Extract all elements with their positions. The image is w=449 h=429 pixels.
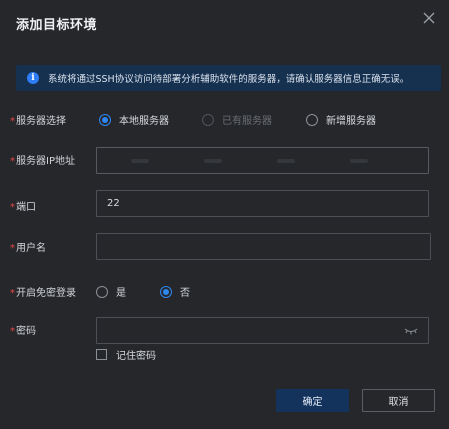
- radio-passwordless-yes[interactable]: 是: [96, 284, 126, 299]
- cancel-button[interactable]: 取消: [362, 389, 435, 412]
- port-label: *端口: [10, 202, 36, 213]
- password-label: *密码: [10, 326, 36, 337]
- radio-label: 新增服务器: [326, 116, 376, 127]
- required-mark: *: [10, 202, 15, 213]
- required-mark: *: [10, 116, 15, 127]
- radio-label: 已有服务器: [222, 116, 272, 127]
- required-mark: *: [10, 243, 15, 254]
- radio-label: 是: [116, 288, 126, 299]
- confirm-button[interactable]: 确定: [276, 389, 349, 412]
- close-icon[interactable]: [421, 10, 437, 26]
- radio-label: 本地服务器: [119, 116, 169, 127]
- username-label: *用户名: [10, 243, 46, 254]
- radio-dot: [306, 113, 318, 126]
- info-icon: i: [27, 72, 39, 84]
- required-mark: *: [10, 326, 15, 337]
- passwordless-label: *开启免密登录: [10, 288, 76, 299]
- username-input[interactable]: [96, 233, 431, 260]
- radio-dot: [160, 285, 172, 298]
- dialog-title: 添加目标环境: [16, 18, 98, 33]
- radio-label: 否: [180, 288, 190, 299]
- required-mark: *: [10, 288, 15, 299]
- required-mark: *: [10, 156, 15, 167]
- password-input[interactable]: [96, 317, 429, 344]
- radio-existing-server[interactable]: 已有服务器: [202, 112, 272, 127]
- info-text: 系统将通过SSH协议访问待部署分析辅助软件的服务器，请确认服务器信息正确无误。: [48, 74, 410, 85]
- radio-dot: [202, 113, 214, 126]
- radio-dot: [96, 285, 108, 298]
- radio-local-server[interactable]: 本地服务器: [99, 112, 169, 127]
- radio-new-server[interactable]: 新增服务器: [306, 112, 376, 127]
- port-input[interactable]: 22: [96, 190, 429, 217]
- server-ip-input[interactable]: [96, 147, 429, 174]
- radio-dot: [99, 113, 111, 126]
- port-value: 22: [107, 198, 120, 209]
- masked-ip: [131, 158, 368, 163]
- server-select-label: *服务器选择: [10, 116, 66, 127]
- radio-passwordless-no[interactable]: 否: [160, 284, 190, 299]
- server-ip-label: *服务器IP地址: [10, 156, 75, 167]
- info-banner: i 系统将通过SSH协议访问待部署分析辅助软件的服务器，请确认服务器信息正确无误…: [16, 65, 441, 91]
- remember-password-checkbox[interactable]: 记住密码: [96, 347, 156, 362]
- remember-password-label: 记住密码: [116, 351, 156, 362]
- add-target-environment-dialog: 添加目标环境 i 系统将通过SSH协议访问待部署分析辅助软件的服务器，请确认服务…: [0, 0, 449, 429]
- eye-closed-icon[interactable]: [404, 327, 418, 335]
- checkbox-box: [96, 349, 107, 360]
